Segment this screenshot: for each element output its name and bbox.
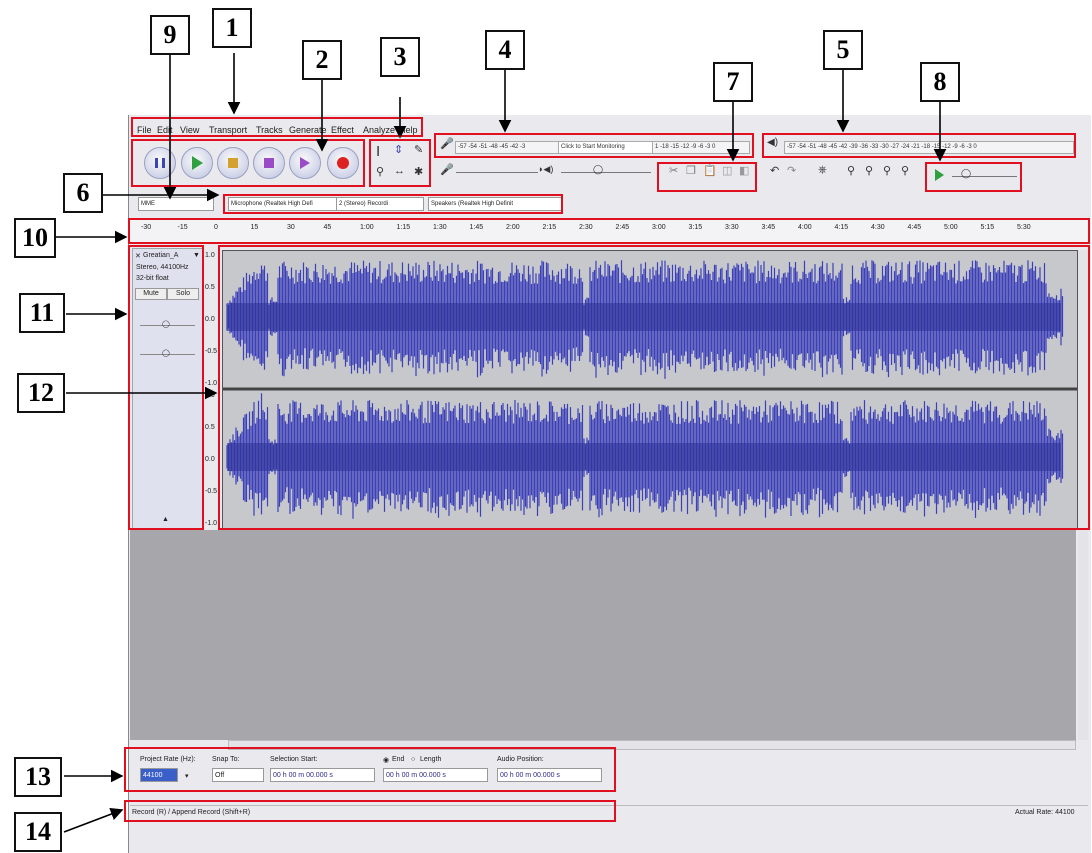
callout-6: 6 [63, 173, 103, 213]
annotation-arrows [56, 53, 947, 833]
callout-12: 12 [17, 373, 65, 413]
callout-2: 2 [302, 40, 342, 80]
callout-7: 7 [713, 62, 753, 102]
callout-4: 4 [485, 30, 525, 70]
callout-5: 5 [823, 30, 863, 70]
callout-3: 3 [380, 37, 420, 77]
callout-8: 8 [920, 62, 960, 102]
callout-10: 10 [14, 218, 56, 258]
callout-9: 9 [150, 15, 190, 55]
callout-1: 1 [212, 8, 252, 48]
callout-13: 13 [14, 757, 62, 797]
callout-11: 11 [19, 293, 65, 333]
callout-14: 14 [14, 812, 62, 852]
